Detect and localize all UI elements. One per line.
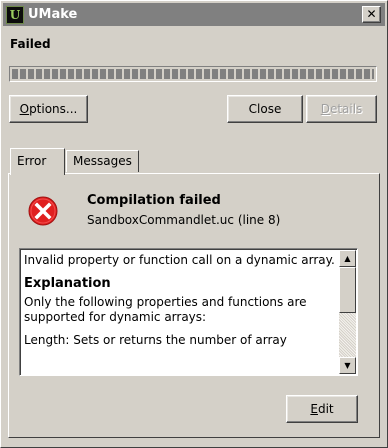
edit-button[interactable]: Edit bbox=[286, 395, 358, 423]
error-details-textbox[interactable]: Invalid property or function call on a d… bbox=[19, 248, 358, 376]
close-icon: ✕ bbox=[366, 7, 377, 21]
tab-error[interactable]: Error bbox=[10, 148, 65, 175]
explanation-heading: Explanation bbox=[24, 276, 111, 291]
close-button[interactable]: Close bbox=[227, 95, 303, 123]
tab-error-label: Error bbox=[17, 154, 47, 168]
edit-mnemonic: E bbox=[310, 402, 318, 416]
arrow-down-icon: ▼ bbox=[344, 361, 351, 370]
arrow-up-icon: ▲ bbox=[344, 254, 351, 263]
error-message: Invalid property or function call on a d… bbox=[24, 253, 335, 267]
explanation-text: Only the following properties and functi… bbox=[24, 295, 307, 324]
details-mnemonic: D bbox=[320, 102, 330, 116]
title-bar[interactable]: U UMake ✕ bbox=[3, 3, 385, 26]
close-window-button[interactable]: ✕ bbox=[362, 6, 381, 23]
close-label: Close bbox=[248, 102, 282, 116]
details-label: etails bbox=[329, 102, 363, 116]
scroll-up-button[interactable]: ▲ bbox=[339, 250, 356, 267]
options-mnemonic: O bbox=[19, 102, 30, 116]
details-button[interactable]: Details bbox=[306, 95, 377, 123]
edit-label: dit bbox=[317, 402, 334, 416]
length-text: Length: Sets or returns the number of ar… bbox=[24, 333, 287, 347]
scroll-down-button[interactable]: ▼ bbox=[339, 357, 356, 374]
error-x-icon bbox=[28, 196, 58, 226]
tab-messages[interactable]: Messages bbox=[66, 150, 139, 172]
vertical-scrollbar[interactable]: ▲ ▼ bbox=[339, 250, 356, 374]
build-status-label: Failed bbox=[10, 37, 51, 51]
scroll-thumb[interactable] bbox=[339, 267, 356, 313]
error-file: SandboxCommandlet.uc (line 8) bbox=[87, 213, 281, 227]
error-details-text: Invalid property or function call on a d… bbox=[24, 253, 337, 356]
tab-messages-label: Messages bbox=[73, 154, 132, 168]
error-title: Compilation failed bbox=[87, 193, 221, 208]
progress-fill bbox=[12, 69, 374, 79]
umake-app-icon: U bbox=[6, 5, 24, 24]
options-button[interactable]: Options... bbox=[9, 95, 88, 123]
window-title: UMake bbox=[28, 7, 78, 22]
build-progress-bar bbox=[9, 66, 377, 82]
options-label: ptions... bbox=[29, 102, 78, 116]
